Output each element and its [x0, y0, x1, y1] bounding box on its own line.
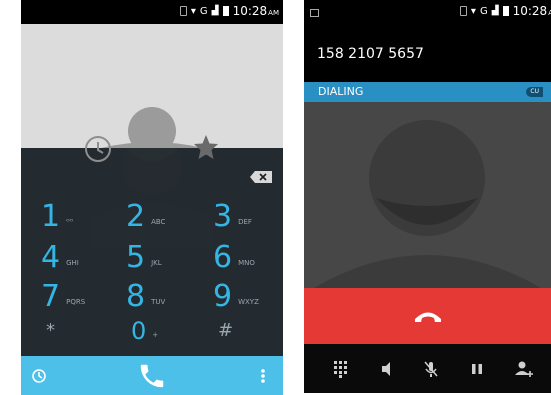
- overflow-menu-icon: [261, 369, 265, 383]
- mute-microphone-icon: [424, 361, 438, 377]
- star-icon: [194, 135, 218, 159]
- vibrate-icon: [459, 6, 467, 16]
- notification-icon: [310, 6, 319, 20]
- status-bar: ▾ G ▟ 10:28AM: [21, 0, 283, 24]
- contact-placeholder-icon: [101, 107, 203, 155]
- key-2[interactable]: 2 ABC: [126, 202, 165, 232]
- dialer-action-bar: [21, 356, 283, 395]
- dialer-screen: ▾ G ▟ 10:28AM 1 ᴼᴼ 2 ABC 3 DEF 4 GHI 5 JK: [21, 0, 283, 395]
- phone-number: 158 2107 5657: [317, 46, 424, 62]
- battery-icon: [502, 6, 509, 16]
- dialpad-icon: [334, 361, 347, 378]
- call-state-label: DIALING: [318, 85, 364, 98]
- overflow-menu-button[interactable]: [259, 367, 267, 385]
- call-log-button[interactable]: [31, 368, 47, 384]
- key-6[interactable]: 6 MNO: [213, 243, 255, 273]
- key-5[interactable]: 5 JKL: [126, 243, 162, 273]
- status-time: 10:28AM: [232, 4, 279, 18]
- clock-icon: [32, 369, 46, 383]
- caller-info: 158 2107 5657: [304, 24, 551, 82]
- add-call-button[interactable]: [514, 360, 533, 378]
- status-bar: ▾ G ▟ 10:28A: [304, 0, 551, 24]
- recent-calls-button[interactable]: [83, 134, 113, 164]
- wifi-icon: ▾: [470, 5, 476, 17]
- backspace-button[interactable]: [250, 168, 272, 183]
- key-0[interactable]: 0 +: [131, 316, 158, 346]
- network-type-icon: G: [479, 5, 488, 17]
- key-4[interactable]: 4 GHI: [41, 243, 79, 273]
- key-star[interactable]: *: [46, 320, 55, 341]
- key-9[interactable]: 9 WXYZ: [213, 282, 259, 312]
- key-1[interactable]: 1 ᴼᴼ: [41, 202, 73, 232]
- hold-button[interactable]: [468, 360, 486, 378]
- pause-icon: [472, 364, 482, 374]
- key-7[interactable]: 7 PQRS: [41, 282, 85, 312]
- contact-photo-area: [21, 24, 283, 155]
- signal-icon: ▟: [211, 6, 219, 16]
- in-call-screen: ▾ G ▟ 10:28A 158 2107 5657 DIALING CU: [304, 0, 551, 393]
- contact-photo: [304, 102, 551, 288]
- status-time: 10:28A: [512, 4, 551, 18]
- clock-icon: [85, 136, 111, 162]
- vibrate-icon: [179, 6, 187, 16]
- speaker-icon: [382, 362, 390, 376]
- call-controls: [304, 344, 551, 393]
- end-call-button[interactable]: [414, 308, 442, 324]
- phone-icon: [140, 364, 164, 388]
- key-hash[interactable]: #: [218, 320, 233, 341]
- key-3[interactable]: 3 DEF: [213, 202, 252, 232]
- call-button[interactable]: [137, 361, 167, 391]
- call-state-bar: DIALING CU: [304, 82, 551, 102]
- add-person-icon: [515, 361, 533, 377]
- contact-placeholder-icon: [314, 120, 541, 288]
- speaker-button[interactable]: [378, 360, 396, 378]
- key-8[interactable]: 8 TUV: [126, 282, 165, 312]
- battery-icon: [222, 6, 229, 16]
- favorite-button[interactable]: [193, 134, 219, 160]
- dialpad-button[interactable]: [332, 360, 350, 378]
- mute-button[interactable]: [422, 360, 440, 378]
- network-type-icon: G: [199, 5, 208, 17]
- wifi-icon: ▾: [190, 5, 196, 17]
- end-call-bar: [304, 288, 551, 344]
- dialpad: 1 ᴼᴼ 2 ABC 3 DEF 4 GHI 5 JKL 6 MNO 7 PQRS 8 TUV …: [21, 148, 283, 356]
- signal-icon: ▟: [491, 6, 499, 16]
- backspace-icon: [250, 171, 272, 183]
- hang-up-icon: [415, 312, 441, 322]
- sim-badge: CU: [526, 87, 543, 97]
